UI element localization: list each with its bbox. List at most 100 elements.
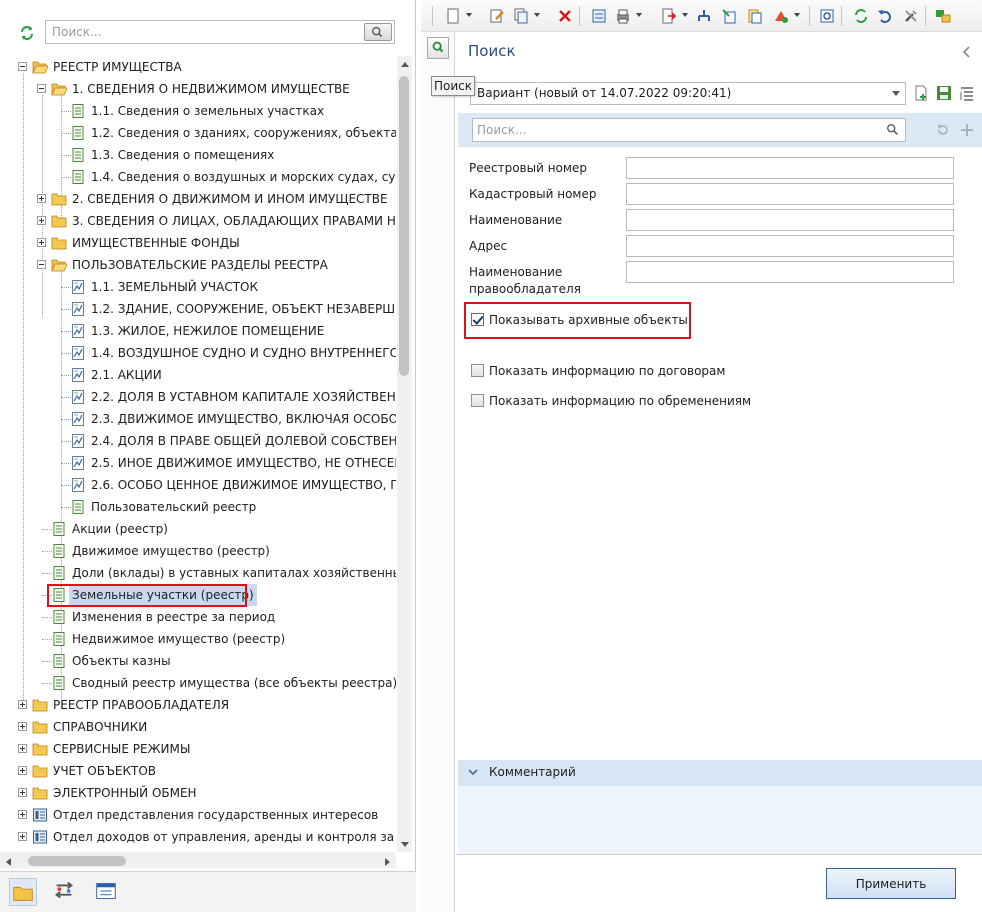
tree-item[interactable]: Недвижимое имущество (реестр) <box>0 628 396 650</box>
tree-item[interactable]: 1.1. ЗЕМЕЛЬНЫЙ УЧАСТОК <box>0 276 396 298</box>
expand-icon[interactable] <box>37 238 46 247</box>
new-variant-icon[interactable] <box>912 84 930 102</box>
registry-number-input[interactable] <box>626 157 954 179</box>
tree-item[interactable]: 2.6. ОСОБО ЦЕННОЕ ДВИЖИМОЕ ИМУЩЕСТВО, П <box>0 474 396 496</box>
scroll-right-arrow-icon[interactable] <box>384 857 392 867</box>
module-icon[interactable] <box>934 7 952 25</box>
preview-icon[interactable] <box>818 7 836 25</box>
documents-icon[interactable] <box>746 7 764 25</box>
tab-folders[interactable] <box>9 878 37 906</box>
scroll-left-arrow-icon[interactable] <box>4 857 12 867</box>
dropdown-arrow-icon[interactable] <box>682 13 688 17</box>
tree-item[interactable]: РЕЕСТР ПРАВООБЛАДАТЕЛЯ <box>0 694 396 716</box>
tree-item[interactable]: Доли (вклады) в уставных капиталах хозяй… <box>0 562 396 584</box>
tree-vertical-scroll-thumb[interactable] <box>399 76 409 376</box>
copy-icon[interactable] <box>512 7 530 25</box>
refresh-icon[interactable] <box>18 24 36 42</box>
expand-icon[interactable] <box>18 810 27 819</box>
dropdown-arrow-icon[interactable] <box>534 13 540 17</box>
search-icon[interactable] <box>886 123 900 137</box>
reset-icon[interactable] <box>935 122 951 138</box>
hierarchy-icon[interactable] <box>695 7 713 25</box>
variant-select[interactable]: Вариант (новый от 14.07.2022 09:20:41) <box>470 82 906 105</box>
tree-item[interactable]: СПРАВОЧНИКИ <box>0 716 396 738</box>
tree-item[interactable]: 1. СВЕДЕНИЯ О НЕДВИЖИМОМ ИМУЩЕСТВЕ <box>0 78 396 100</box>
tree-item[interactable]: Отдел представления государственных инте… <box>0 804 396 826</box>
scroll-up-arrow-icon[interactable] <box>400 60 410 68</box>
tree-item[interactable]: Изменения в реестре за период <box>0 606 396 628</box>
comment-textarea[interactable] <box>458 786 982 854</box>
dropdown-arrow-icon[interactable] <box>466 13 472 17</box>
refresh-icon[interactable] <box>852 7 870 25</box>
scroll-down-arrow-icon[interactable] <box>400 841 410 849</box>
tree-search-button[interactable] <box>364 23 392 41</box>
tree-item[interactable]: 1.4. Сведения о воздушных и морских суда… <box>0 166 396 188</box>
tree-item[interactable]: 1.2. Сведения о зданиях, сооружениях, об… <box>0 122 396 144</box>
tree-item[interactable]: 1.1. Сведения о земельных участках <box>0 100 396 122</box>
tree-item[interactable]: 1.2. ЗДАНИЕ, СООРУЖЕНИЕ, ОБЪЕКТ НЕЗАВЕРШ… <box>0 298 396 320</box>
address-input[interactable] <box>626 235 954 257</box>
tree-item[interactable]: 1.3. Сведения о помещениях <box>0 144 396 166</box>
search-panel-toggle-button[interactable] <box>427 37 449 59</box>
tree-item[interactable]: Пользовательский реестр <box>0 496 396 518</box>
tree-item[interactable]: 2.5. ИНОЕ ДВИЖИМОЕ ИМУЩЕСТВО, НЕ ОТНЕСЕН <box>0 452 396 474</box>
expand-icon[interactable] <box>37 216 46 225</box>
tree-item[interactable]: УЧЕТ ОБЪЕКТОВ <box>0 760 396 782</box>
collapse-panel-icon[interactable] <box>959 44 973 60</box>
rightholder-name-input[interactable] <box>626 261 954 283</box>
tree-item[interactable]: Объекты казны <box>0 650 396 672</box>
tree-horizontal-scroll-thumb[interactable] <box>28 856 126 866</box>
field-filter-input[interactable] <box>473 119 873 141</box>
tree-item[interactable]: Акции (реестр) <box>0 518 396 540</box>
collapse-icon[interactable] <box>37 84 46 93</box>
add-field-icon[interactable] <box>959 122 975 138</box>
tab-windows[interactable] <box>93 878 121 906</box>
select-icon[interactable] <box>590 7 608 25</box>
edit-icon[interactable] <box>488 7 506 25</box>
expand-icon[interactable] <box>18 832 27 841</box>
actions-icon[interactable] <box>772 7 790 25</box>
tree-item[interactable]: 1.3. ЖИЛОЕ, НЕЖИЛОЕ ПОМЕЩЕНИЕ <box>0 320 396 342</box>
tree-search-input[interactable] <box>46 21 362 43</box>
tree-item[interactable]: Движимое имущество (реестр) <box>0 540 396 562</box>
tree-item[interactable]: ИМУЩЕСТВЕННЫЕ ФОНДЫ <box>0 232 396 254</box>
collapse-icon[interactable] <box>18 62 27 71</box>
print-icon[interactable] <box>614 7 632 25</box>
expand-icon[interactable] <box>18 788 27 797</box>
import-icon[interactable] <box>720 7 738 25</box>
tree-item[interactable]: ЭЛЕКТРОННЫЙ ОБМЕН <box>0 782 396 804</box>
apply-button[interactable]: Применить <box>826 868 956 899</box>
new-doc-icon[interactable] <box>444 7 462 25</box>
expand-icon[interactable] <box>18 744 27 753</box>
expand-icon[interactable] <box>37 194 46 203</box>
tree-item[interactable]: 2.2. ДОЛЯ В УСТАВНОМ КАПИТАЛЕ ХОЗЯЙСТВЕН… <box>0 386 396 408</box>
save-variant-icon[interactable] <box>935 84 953 102</box>
export-icon[interactable] <box>660 7 678 25</box>
name-input[interactable] <box>626 209 954 231</box>
tree-item[interactable]: 1.4. ВОЗДУШНОЕ СУДНО И СУДНО ВНУТРЕННЕГО <box>0 342 396 364</box>
tree-item[interactable]: ПОЛЬЗОВАТЕЛЬСКИЕ РАЗДЕЛЫ РЕЕСТРА <box>0 254 396 276</box>
dropdown-arrow-icon[interactable] <box>794 13 800 17</box>
checkbox-icon[interactable] <box>471 364 484 377</box>
variant-list-icon[interactable] <box>958 84 976 102</box>
tree-item[interactable]: 2.3. ДВИЖИМОЕ ИМУЩЕСТВО, ВКЛЮЧАЯ ОСОБО <box>0 408 396 430</box>
tree-item[interactable]: СЕРВИСНЫЕ РЕЖИМЫ <box>0 738 396 760</box>
checkbox-icon[interactable] <box>471 394 484 407</box>
tree-item[interactable]: РЕЕСТР ИМУЩЕСТВА <box>0 56 396 78</box>
undo-icon[interactable] <box>876 7 894 25</box>
tree-item[interactable]: 3. СВЕДЕНИЯ О ЛИЦАХ, ОБЛАДАЮЩИХ ПРАВАМИ … <box>0 210 396 232</box>
tree-item[interactable]: Сводный реестр имущества (все объекты ре… <box>0 672 396 694</box>
chevron-down-icon[interactable] <box>467 766 479 778</box>
tree-item[interactable]: 2.4. ДОЛЯ В ПРАВЕ ОБЩЕЙ ДОЛЕВОЙ СОБСТВЕН… <box>0 430 396 452</box>
expand-icon[interactable] <box>18 766 27 775</box>
dropdown-arrow-icon[interactable] <box>636 13 642 17</box>
tab-processes[interactable] <box>51 878 79 906</box>
tree-item[interactable]: 2. СВЕДЕНИЯ О ДВИЖИМОМ И ИНОМ ИМУЩЕСТВЕ <box>0 188 396 210</box>
expand-icon[interactable] <box>18 700 27 709</box>
settings-icon[interactable] <box>902 7 920 25</box>
cadastral-number-input[interactable] <box>626 183 954 205</box>
collapse-icon[interactable] <box>37 260 46 269</box>
tree-item[interactable]: 2.1. АКЦИИ <box>0 364 396 386</box>
delete-icon[interactable] <box>556 7 574 25</box>
expand-icon[interactable] <box>18 722 27 731</box>
